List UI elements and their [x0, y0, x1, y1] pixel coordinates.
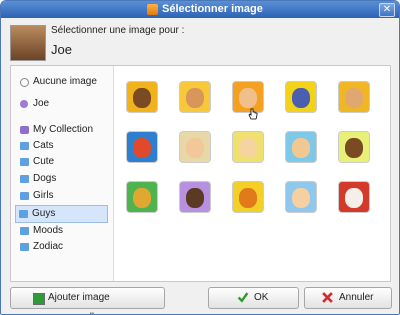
cartoon-face-icon	[345, 188, 363, 208]
cartoon-face-icon	[186, 188, 204, 208]
sidebar-item-label: Dogs	[33, 173, 57, 184]
title-bar[interactable]: Sélectionner image ✕	[1, 1, 399, 18]
guy-avatar-12[interactable]	[180, 182, 210, 212]
cartoon-face-icon	[133, 188, 151, 208]
folder-icon	[20, 192, 29, 200]
collection-icon	[20, 126, 29, 134]
guy-avatar-7[interactable]	[180, 132, 210, 162]
sidebar-item-label: Girls	[33, 190, 54, 201]
sidebar-item-aucune-image[interactable]: Aucune image	[17, 74, 107, 90]
check-icon	[237, 292, 249, 303]
ok-label: OK	[254, 292, 269, 303]
none-icon	[20, 78, 29, 87]
cartoon-face-icon	[186, 138, 204, 158]
guy-avatar-9[interactable]	[286, 132, 316, 162]
user-name: Joe	[51, 42, 72, 57]
sidebar-item-label: Joe	[33, 98, 50, 109]
guy-avatar-13[interactable]	[233, 182, 263, 212]
cancel-button[interactable]: Annuler	[304, 287, 392, 309]
folder-icon	[20, 158, 29, 166]
guy-avatar-15[interactable]	[339, 182, 369, 212]
folder-icon	[20, 142, 29, 150]
sidebar-item-label: My Collection	[33, 124, 94, 135]
sidebar-item-label: Aucune image	[33, 76, 97, 87]
sidebar-item-label: Moods	[33, 225, 64, 236]
folder-icon	[20, 227, 29, 235]
folder-icon	[19, 210, 28, 218]
sidebar-item-label: Guys	[32, 208, 56, 219]
close-button[interactable]: ✕	[379, 3, 395, 17]
cartoon-face-icon	[345, 138, 363, 158]
sidebar-item-cats[interactable]: Cats	[17, 138, 107, 154]
sidebar-item-zodiac[interactable]: Zodiac	[17, 239, 107, 255]
guy-avatar-14[interactable]	[286, 182, 316, 212]
folder-icon	[20, 243, 29, 251]
sidebar-item-cute[interactable]: Cute	[17, 154, 107, 170]
ok-button[interactable]: OK	[208, 287, 299, 309]
cancel-label: Annuler	[339, 292, 374, 303]
hand-cursor-icon	[248, 108, 258, 120]
select-image-dialog: Sélectionner image ✕ Sélectionner une im…	[0, 0, 400, 315]
guy-avatar-5[interactable]	[339, 82, 369, 112]
guy-avatar-1[interactable]	[127, 82, 157, 112]
sidebar-item-dogs[interactable]: Dogs	[17, 171, 107, 187]
cartoon-face-icon	[239, 88, 257, 108]
cartoon-face-icon	[292, 138, 310, 158]
sidebar-item-moods[interactable]: Moods	[17, 223, 107, 239]
cartoon-face-icon	[292, 188, 310, 208]
guy-avatar-4[interactable]	[286, 82, 316, 112]
guy-avatar-10[interactable]	[339, 132, 369, 162]
sidebar-item-label: Zodiac	[33, 241, 64, 252]
window-title: Sélectionner image	[162, 3, 263, 15]
image-panel: Aucune image Joe My Collection Cats Cute Dogs…	[10, 65, 391, 282]
sidebar-item-label: Cats	[33, 140, 54, 151]
folder-icon	[20, 175, 29, 183]
sidebar-item-label: Cute	[33, 156, 55, 167]
app-icon	[147, 4, 158, 15]
sidebar-item-guys[interactable]: Guys	[15, 205, 108, 223]
cancel-x-icon	[322, 292, 333, 303]
guy-avatar-8[interactable]	[233, 132, 263, 162]
cartoon-face-icon	[239, 138, 257, 158]
add-custom-image-label: Ajouter image personnelle	[48, 292, 110, 314]
cartoon-face-icon	[133, 88, 151, 108]
guy-avatar-2[interactable]	[180, 82, 210, 112]
sidebar-item-joe[interactable]: Joe	[17, 96, 107, 112]
guy-avatar-6[interactable]	[127, 132, 157, 162]
select-label: Sélectionner une image pour :	[51, 25, 185, 36]
add-custom-image-button[interactable]: Ajouter image personnelle	[10, 287, 165, 314]
guy-avatar-11[interactable]	[127, 182, 157, 212]
user-avatar	[10, 25, 46, 61]
cartoon-face-icon	[239, 188, 257, 208]
cartoon-face-icon	[186, 88, 204, 108]
cartoon-face-icon	[292, 88, 310, 108]
user-icon	[20, 100, 28, 108]
category-sidebar: Aucune image Joe My Collection Cats Cute Dogs…	[11, 66, 114, 281]
sidebar-item-my-collection[interactable]: My Collection	[17, 122, 107, 138]
cartoon-face-icon	[345, 88, 363, 108]
cartoon-face-icon	[133, 138, 151, 158]
flag-icon	[33, 293, 45, 305]
sidebar-item-girls[interactable]: Girls	[17, 188, 107, 204]
